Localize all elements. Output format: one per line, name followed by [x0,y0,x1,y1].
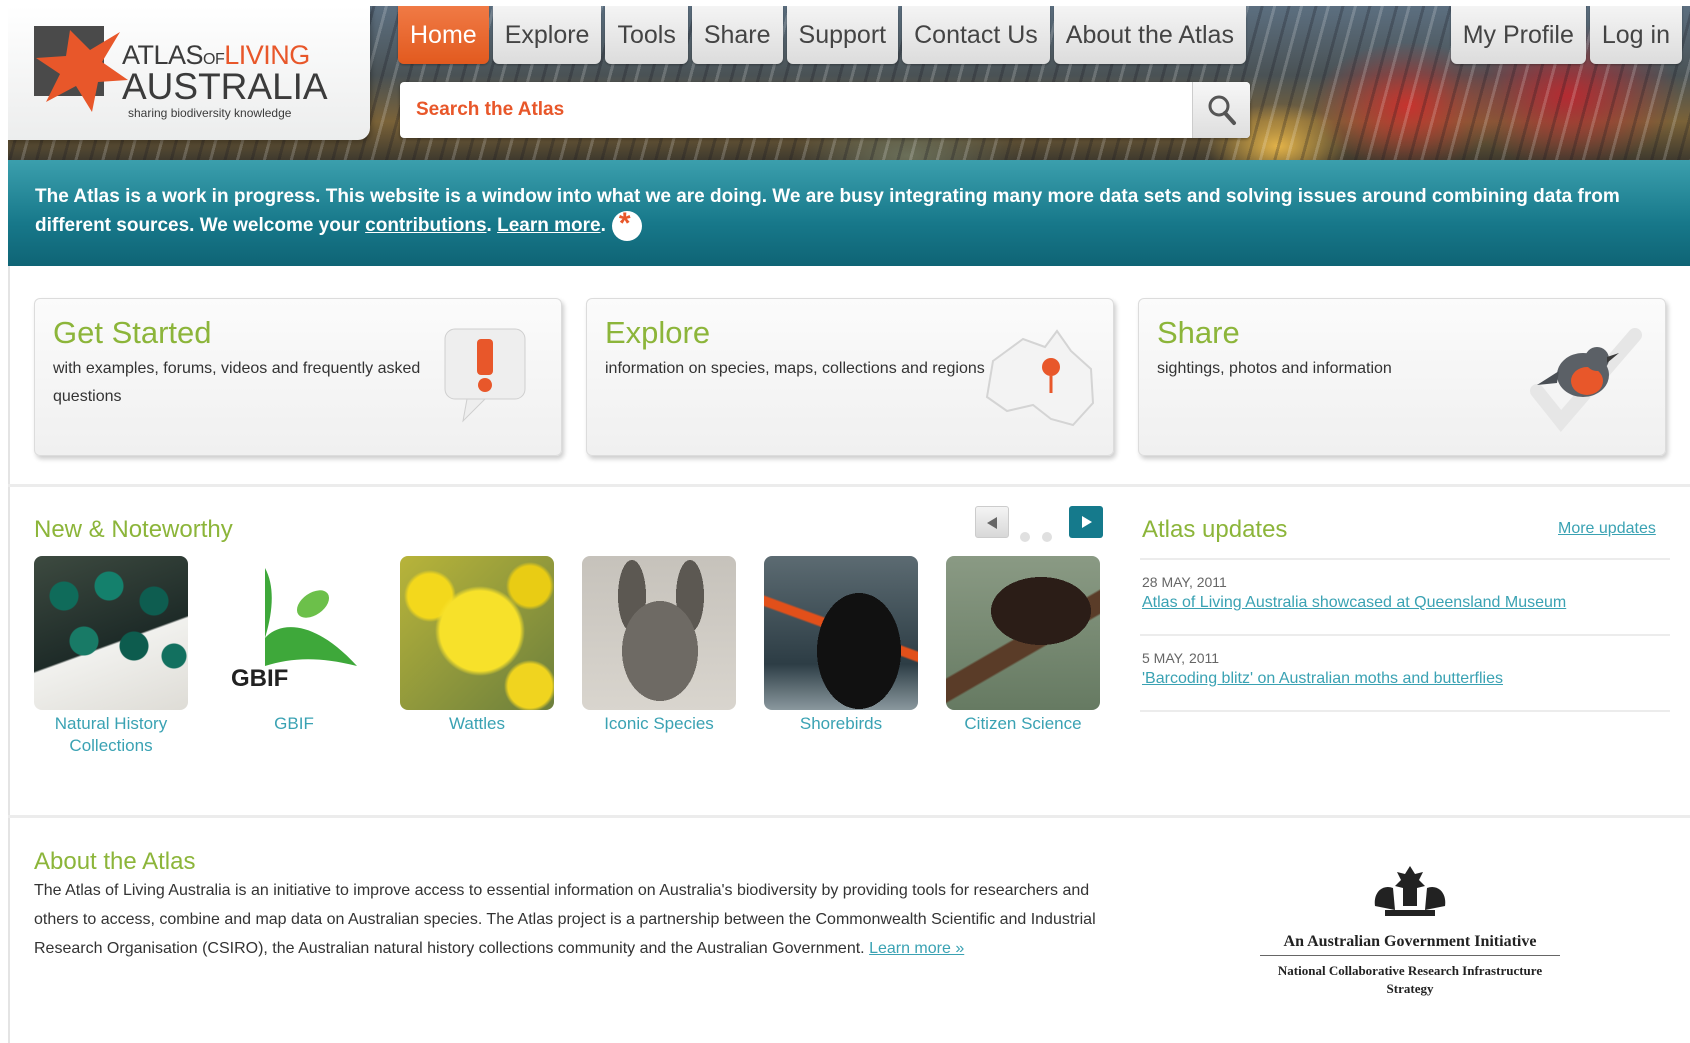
section-divider [8,484,1690,487]
site-logo[interactable]: ATLASOFLIVING AUSTRALIA sharing biodiver… [8,6,370,140]
logo-mark-icon [34,26,128,112]
thumb-label[interactable]: Citizen Science [933,713,1113,735]
thumb-gbif[interactable]: GBIF [217,556,371,710]
gov-title: An Australian Government Initiative [1260,933,1560,956]
account-nav: My Profile Log in [1450,6,1682,64]
carousel-dot[interactable] [1042,532,1052,542]
card-explore[interactable]: Explore information on species, maps, co… [586,298,1114,456]
learn-more-link[interactable]: Learn more [497,215,600,236]
thumb-shorebirds[interactable] [764,556,918,710]
coat-of-arms-icon [1374,866,1446,916]
nav-log-in[interactable]: Log in [1589,6,1682,64]
gov-initiative-block: An Australian Government Initiative Nati… [1260,862,1560,998]
nav-contact-us[interactable]: Contact Us [902,6,1050,64]
robin-icon [1530,328,1642,432]
more-updates-link[interactable]: More updates [1558,520,1656,538]
card-description: information on species, maps, collection… [605,360,985,377]
thumb-label[interactable]: Natural History Collections [21,713,201,757]
content-left-border [8,266,10,1043]
card-description: with examples, forums, videos and freque… [53,360,421,405]
card-title: Get Started [53,315,212,350]
nav-home[interactable]: Home [398,6,489,64]
update-divider [1140,710,1670,712]
asterisk-badge-icon [611,209,642,241]
about-learn-more-link[interactable]: Learn more » [869,940,964,957]
logo-wordmark-line2: AUSTRALIA [122,66,328,107]
thumb-natural-history-collections[interactable] [34,556,188,710]
thumb-label[interactable]: Wattles [387,713,567,735]
update-date: 5 MAY, 2011 [1142,650,1220,666]
atlas-updates-title: Atlas updates [1142,516,1288,543]
gov-subtitle: National Collaborative Research Infrastr… [1277,963,1543,996]
search-button[interactable] [1192,82,1250,138]
card-share[interactable]: Share sightings, photos and information [1138,298,1666,456]
about-text: The Atlas of Living Australia is an init… [34,882,1096,957]
search-input[interactable] [416,96,1156,124]
notice-text: The Atlas is a work in progress. This we… [35,182,1665,241]
contributions-link[interactable]: contributions [365,215,486,236]
nav-support[interactable]: Support [786,6,899,64]
thumb-iconic-species[interactable] [582,556,736,710]
section-divider [8,815,1690,818]
nav-about-the-atlas[interactable]: About the Atlas [1053,6,1246,64]
new-noteworthy-title: New & Noteworthy [34,516,233,543]
svg-text:GBIF: GBIF [231,665,288,692]
thumb-wattles[interactable] [400,556,554,710]
carousel-dot[interactable] [1020,532,1030,542]
nav-explore[interactable]: Explore [492,6,602,64]
about-title: About the Atlas [34,848,196,875]
card-get-started[interactable]: Get Started with examples, forums, video… [34,298,562,456]
logo-tagline: sharing biodiversity knowledge [128,106,292,120]
gbif-logo-icon: GBIF [231,568,357,692]
thumb-label[interactable]: Iconic Species [569,713,749,735]
thumb-label[interactable]: GBIF [204,713,384,735]
australia-map-icon [985,329,1095,427]
thumb-citizen-science[interactable] [946,556,1100,710]
main-nav: Home Explore Tools Share Support Contact… [398,6,1246,64]
card-title: Share [1157,315,1240,350]
update-divider [1140,634,1670,636]
thumb-label[interactable]: Shorebirds [751,713,931,735]
carousel-next-button[interactable] [1069,506,1103,538]
card-title: Explore [605,315,711,350]
nav-tools[interactable]: Tools [605,6,688,64]
nav-share[interactable]: Share [691,6,783,64]
nav-my-profile[interactable]: My Profile [1450,6,1586,64]
update-divider [1140,558,1670,560]
site-header: ATLASOFLIVING AUSTRALIA sharing biodiver… [8,6,1690,160]
carousel-prev-button[interactable] [975,506,1009,538]
notice-banner: The Atlas is a work in progress. This we… [8,160,1690,266]
help-bubble-icon [444,328,526,423]
search-icon [1208,95,1236,125]
update-link[interactable]: Atlas of Living Australia showcased at Q… [1142,594,1566,612]
update-date: 28 MAY, 2011 [1142,574,1227,590]
search-bar [400,82,1250,138]
update-link[interactable]: 'Barcoding blitz' on Australian moths an… [1142,670,1503,688]
